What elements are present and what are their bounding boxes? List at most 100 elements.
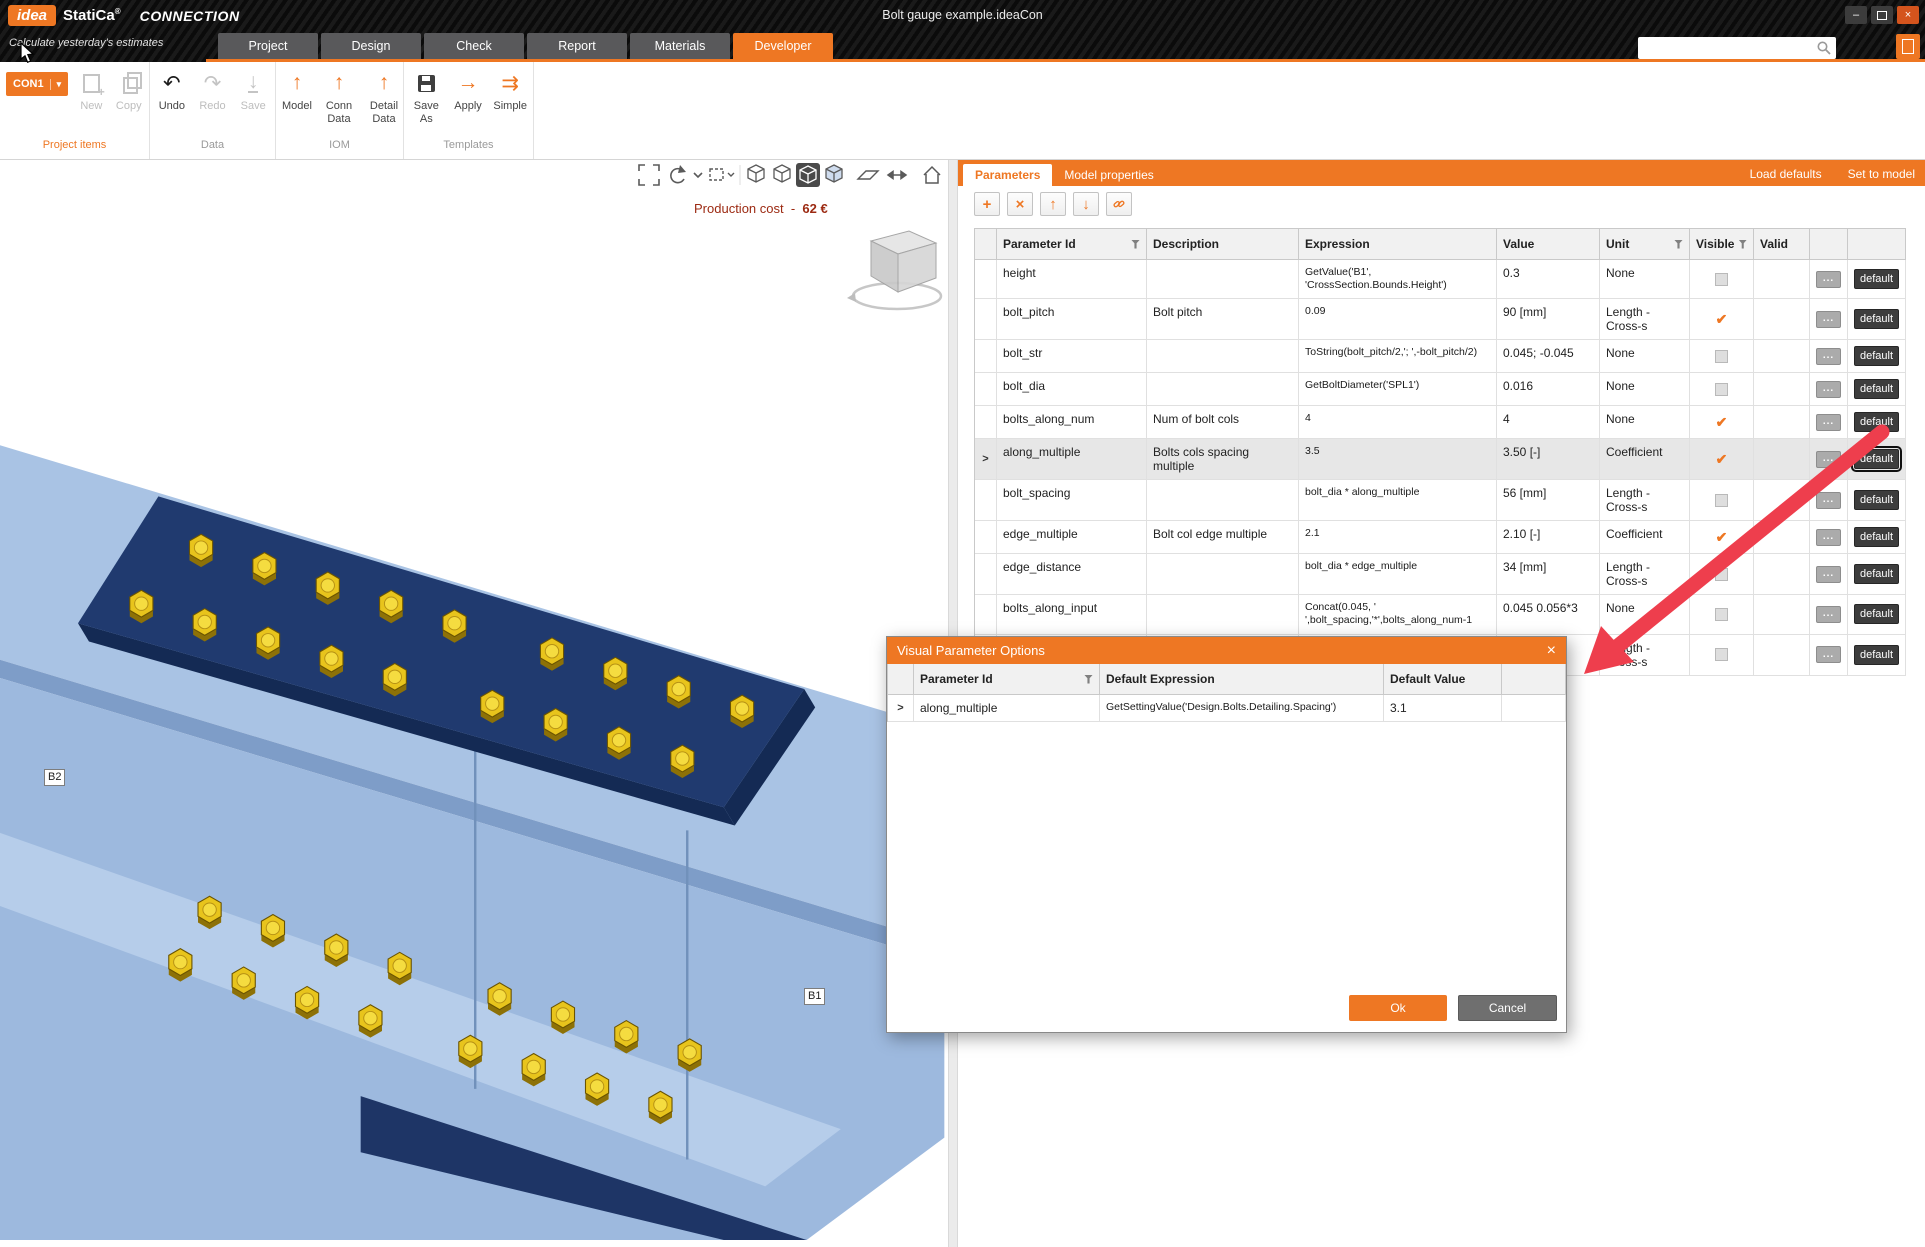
column-header-description[interactable]: Description xyxy=(1147,229,1299,260)
dialog-default-expression-cell[interactable]: GetSettingValue('Design.Bolts.Detailing.… xyxy=(1100,695,1384,722)
column-header-valid[interactable]: Valid xyxy=(1754,229,1810,260)
unit-cell[interactable]: None xyxy=(1600,595,1690,634)
column-header-blank[interactable] xyxy=(1848,229,1906,260)
close-button[interactable]: × xyxy=(1897,6,1919,24)
parameter-id-cell[interactable]: bolts_along_num xyxy=(997,406,1147,439)
delete-parameter-button[interactable]: × xyxy=(1007,192,1033,216)
row-default-button[interactable]: default xyxy=(1854,269,1899,289)
row-default-button[interactable]: default xyxy=(1854,412,1899,432)
row-options-button[interactable]: ... xyxy=(1816,414,1841,431)
visible-checkbox[interactable] xyxy=(1690,595,1754,634)
column-header-blank[interactable] xyxy=(1810,229,1848,260)
set-to-model-button[interactable]: Set to model xyxy=(1848,167,1915,181)
expression-cell[interactable]: ToString(bolt_pitch/2,'; ',-bolt_pitch/2… xyxy=(1299,340,1497,373)
column-header-blank[interactable] xyxy=(1502,664,1566,695)
unit-cell[interactable]: Length - Cross-s xyxy=(1600,299,1690,340)
tab-developer[interactable]: Developer xyxy=(733,33,833,59)
cancel-button[interactable]: Cancel xyxy=(1458,995,1557,1021)
row-default-button[interactable]: default xyxy=(1854,309,1899,329)
row-default-button[interactable]: default xyxy=(1854,449,1899,469)
visible-checkbox[interactable] xyxy=(1690,635,1754,676)
column-header-visible[interactable]: Visible xyxy=(1690,229,1754,260)
value-cell[interactable]: 4 xyxy=(1497,406,1600,439)
visible-checkbox[interactable]: ✔ xyxy=(1690,406,1754,439)
dialog-row-expander[interactable]: > xyxy=(888,695,914,722)
visible-checkbox[interactable] xyxy=(1690,480,1754,521)
row-default-button[interactable]: default xyxy=(1854,379,1899,399)
row-options-button[interactable]: ... xyxy=(1816,348,1841,365)
description-cell[interactable]: Num of bolt cols xyxy=(1147,406,1299,439)
row-options-button[interactable]: ... xyxy=(1816,529,1841,546)
parameter-id-cell[interactable]: bolt_str xyxy=(997,340,1147,373)
column-header-expression[interactable]: Expression xyxy=(1299,229,1497,260)
description-cell[interactable] xyxy=(1147,554,1299,595)
dialog-parameter-id-cell[interactable]: along_multiple xyxy=(914,695,1100,722)
parameter-id-cell[interactable]: edge_distance xyxy=(997,554,1147,595)
load-defaults-button[interactable]: Load defaults xyxy=(1750,167,1822,181)
move-down-button[interactable]: ↓ xyxy=(1073,192,1099,216)
search-input[interactable] xyxy=(1638,41,1816,55)
row-options-button[interactable]: ... xyxy=(1816,606,1841,623)
parameter-row-expander[interactable] xyxy=(975,299,997,340)
undo-button[interactable]: ↶ Undo xyxy=(156,69,188,113)
parameter-id-cell[interactable]: along_multiple xyxy=(997,439,1147,480)
column-header-value[interactable]: Value xyxy=(1497,229,1600,260)
search-icon[interactable] xyxy=(1816,40,1832,56)
view-model-icon[interactable] xyxy=(826,165,842,182)
expression-cell[interactable]: 2.1 xyxy=(1299,521,1497,554)
visible-checkbox[interactable]: ✔ xyxy=(1690,439,1754,480)
workplane-icon[interactable] xyxy=(858,171,878,179)
row-options-button[interactable]: ... xyxy=(1816,381,1841,398)
save-as-button[interactable]: Save As xyxy=(410,69,443,125)
parameter-id-cell[interactable]: height xyxy=(997,260,1147,299)
filter-icon[interactable] xyxy=(1131,240,1140,249)
expression-cell[interactable]: 4 xyxy=(1299,406,1497,439)
row-options-button[interactable]: ... xyxy=(1816,646,1841,663)
dialog-close-button[interactable]: × xyxy=(1547,643,1556,659)
view-wireframe-icon[interactable] xyxy=(748,165,764,182)
ok-button[interactable]: Ok xyxy=(1349,995,1447,1021)
tab-materials[interactable]: Materials xyxy=(630,33,730,59)
parameter-row-expander[interactable] xyxy=(975,340,997,373)
parameter-row-expander[interactable] xyxy=(975,554,997,595)
parameter-row-expander[interactable] xyxy=(975,595,997,634)
value-cell[interactable]: 0.3 xyxy=(1497,260,1600,299)
column-header-blank[interactable] xyxy=(888,664,914,695)
expression-cell[interactable]: GetValue('B1', 'CrossSection.Bounds.Heig… xyxy=(1299,260,1497,299)
description-cell[interactable]: Bolt col edge multiple xyxy=(1147,521,1299,554)
column-header-default-value[interactable]: Default Value xyxy=(1384,664,1502,695)
parameter-row-expander[interactable] xyxy=(975,260,997,299)
expression-cell[interactable]: GetBoltDiameter('SPL1') xyxy=(1299,373,1497,406)
simple-button[interactable]: ⇉ Simple xyxy=(493,69,527,113)
value-cell[interactable]: 2.10 [-] xyxy=(1497,521,1600,554)
view-transparent-icon[interactable] xyxy=(774,165,790,182)
unit-cell[interactable]: Coefficient xyxy=(1600,521,1690,554)
tab-check[interactable]: Check xyxy=(424,33,524,59)
parameter-row-expander[interactable]: > xyxy=(975,439,997,480)
row-options-button[interactable]: ... xyxy=(1816,566,1841,583)
value-cell[interactable]: 0.045 0.056*3 xyxy=(1497,595,1600,634)
value-cell[interactable]: 0.045; -0.045 xyxy=(1497,340,1600,373)
visible-checkbox[interactable] xyxy=(1690,554,1754,595)
description-cell[interactable] xyxy=(1147,595,1299,634)
unit-cell[interactable]: None xyxy=(1600,260,1690,299)
chevron-down-icon[interactable] xyxy=(694,173,702,177)
filter-icon[interactable] xyxy=(1738,240,1747,249)
filter-icon[interactable] xyxy=(1674,240,1683,249)
parameter-id-cell[interactable]: bolt_dia xyxy=(997,373,1147,406)
dialog-default-value-cell[interactable]: 3.1 xyxy=(1384,695,1502,722)
parameter-row-expander[interactable] xyxy=(975,373,997,406)
row-default-button[interactable]: default xyxy=(1854,490,1899,510)
row-default-button[interactable]: default xyxy=(1854,346,1899,366)
row-options-button[interactable]: ... xyxy=(1816,271,1841,288)
view-solid-icon[interactable] xyxy=(796,163,820,187)
parameter-row-expander[interactable] xyxy=(975,480,997,521)
redo-button[interactable]: ↷ Redo xyxy=(197,69,229,113)
unit-cell[interactable]: None xyxy=(1600,340,1690,373)
unit-cell[interactable]: Length - Cross-s xyxy=(1600,480,1690,521)
conn-data-button[interactable]: ↑ Conn Data xyxy=(321,69,357,125)
expression-cell[interactable]: bolt_dia * along_multiple xyxy=(1299,480,1497,521)
row-default-button[interactable]: default xyxy=(1854,527,1899,547)
copy-button[interactable]: Copy xyxy=(115,69,143,113)
expression-cell[interactable]: 3.5 xyxy=(1299,439,1497,480)
